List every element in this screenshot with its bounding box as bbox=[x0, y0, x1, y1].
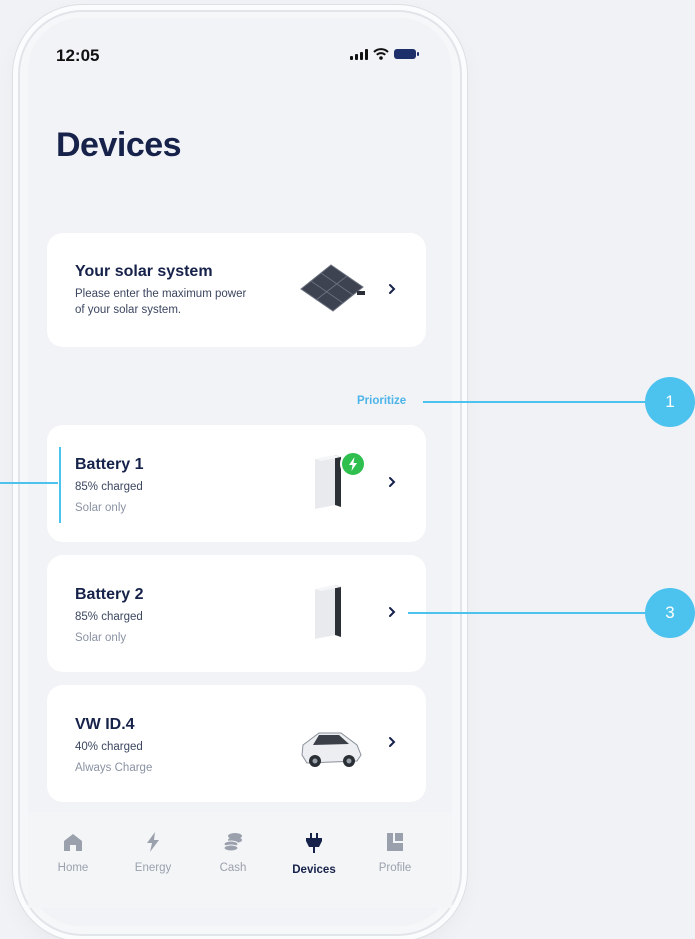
device-charge: 85% charged bbox=[75, 481, 143, 493]
charging-icon bbox=[340, 451, 366, 477]
stage: 12:05 Devices Your solar system Please e… bbox=[0, 0, 695, 939]
solar-system-card[interactable]: Your solar system Please enter the maxim… bbox=[47, 233, 426, 347]
device-card-vw-id4[interactable]: VW ID.4 40% charged Always Charge bbox=[47, 685, 426, 802]
lightning-icon bbox=[147, 832, 159, 852]
annotation-line-1 bbox=[423, 401, 648, 403]
status-icons bbox=[350, 48, 419, 60]
tab-label: Devices bbox=[292, 864, 336, 876]
tab-label: Profile bbox=[378, 862, 412, 874]
tab-label: Home bbox=[57, 862, 89, 874]
tab-cash[interactable]: Cash bbox=[198, 832, 268, 874]
device-name: VW ID.4 bbox=[75, 716, 135, 733]
coins-icon bbox=[223, 833, 242, 852]
home-battery-icon bbox=[315, 585, 341, 639]
annotation-line-2 bbox=[0, 482, 58, 484]
selected-indicator bbox=[59, 447, 61, 523]
chevron-right-icon[interactable] bbox=[385, 281, 399, 297]
wifi-icon bbox=[373, 48, 389, 60]
tab-profile[interactable]: Profile bbox=[360, 832, 430, 874]
solar-card-subtitle-line2: of your solar system. bbox=[75, 304, 182, 316]
signal-icon bbox=[350, 48, 368, 60]
device-mode: Solar only bbox=[75, 632, 127, 644]
annotation-marker-3: 3 bbox=[645, 588, 695, 638]
battery-status-icon bbox=[394, 49, 419, 59]
device-mode: Solar only bbox=[75, 502, 127, 514]
status-time: 12:05 bbox=[56, 46, 100, 65]
solar-card-subtitle-line1: Please enter the maximum power bbox=[75, 288, 247, 300]
chevron-right-icon[interactable] bbox=[385, 474, 399, 490]
chevron-right-icon[interactable] bbox=[385, 604, 399, 620]
tab-energy[interactable]: Energy bbox=[118, 832, 188, 874]
device-name: Battery 2 bbox=[75, 586, 144, 603]
prioritize-link[interactable]: Prioritize bbox=[357, 395, 406, 407]
plug-icon bbox=[306, 833, 322, 853]
home-icon bbox=[64, 834, 82, 851]
tab-label: Energy bbox=[134, 862, 172, 874]
annotation-line-3 bbox=[408, 612, 648, 614]
tab-home[interactable]: Home bbox=[38, 832, 108, 874]
solar-card-title: Your solar system bbox=[75, 263, 213, 280]
annotation-marker-1: 1 bbox=[645, 377, 695, 427]
page-title: Devices bbox=[56, 126, 182, 164]
chevron-right-icon[interactable] bbox=[385, 734, 399, 750]
tab-label: Cash bbox=[219, 862, 247, 874]
device-name: Battery 1 bbox=[75, 456, 144, 473]
tab-devices[interactable]: Devices bbox=[279, 832, 349, 876]
device-charge: 85% charged bbox=[75, 611, 143, 623]
profile-icon bbox=[387, 833, 403, 851]
solar-panel-icon bbox=[300, 264, 365, 312]
device-card-battery-2[interactable]: Battery 2 85% charged Solar only bbox=[47, 555, 426, 672]
device-charge: 40% charged bbox=[75, 741, 143, 753]
device-card-battery-1[interactable]: Battery 1 85% charged Solar only bbox=[47, 425, 426, 542]
car-icon bbox=[301, 732, 362, 767]
device-mode: Always Charge bbox=[75, 762, 153, 774]
